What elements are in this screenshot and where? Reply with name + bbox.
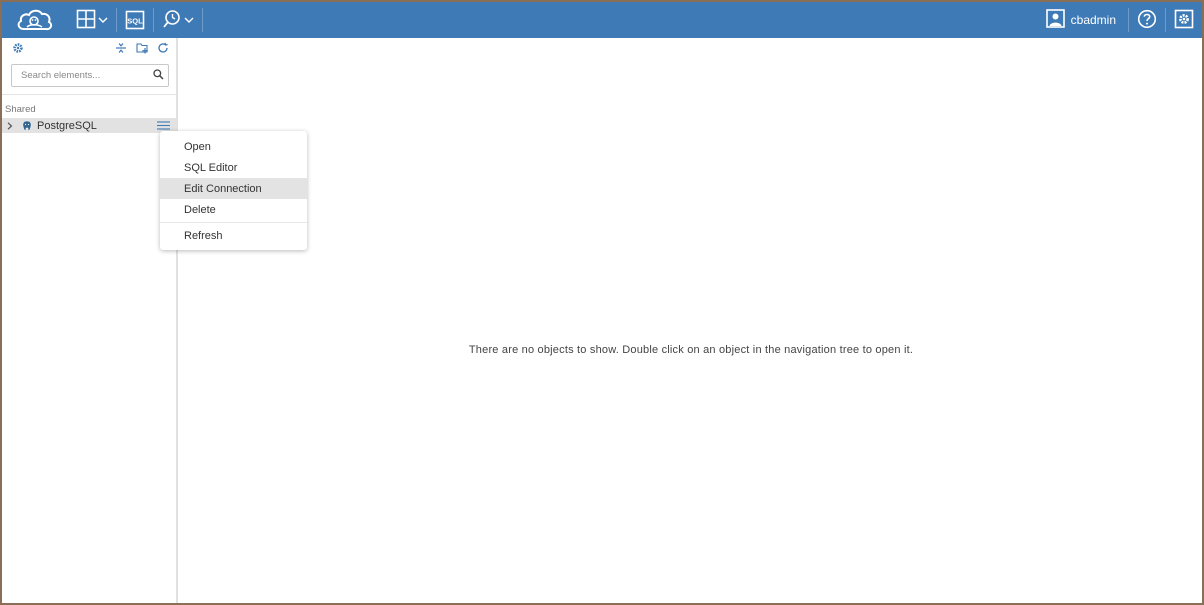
new-connection-button[interactable]: [68, 2, 116, 38]
menu-item-refresh[interactable]: Refresh: [160, 225, 307, 246]
app-window: SQL cbadmin Search elements... Shared Po…: [2, 2, 1202, 603]
toolbar-divider: [202, 8, 203, 32]
add-connection-icon: [76, 9, 96, 32]
menu-item-delete[interactable]: Delete: [160, 199, 307, 220]
tasks-button[interactable]: [154, 2, 202, 38]
menu-item-sql-editor[interactable]: SQL Editor: [160, 157, 307, 178]
gear-icon[interactable]: [9, 39, 27, 57]
cloudbeaver-logo-icon[interactable]: [2, 2, 68, 38]
search-box: [11, 64, 169, 87]
tree-node-label: PostgreSQL: [37, 119, 97, 132]
main-content: There are no objects to show. Double cli…: [180, 38, 1202, 603]
svg-text:SQL: SQL: [127, 17, 143, 26]
search-icon[interactable]: [153, 68, 164, 83]
menu-item-open[interactable]: Open: [160, 136, 307, 157]
postgresql-icon: [21, 120, 35, 132]
navigation-sidebar: Shared PostgreSQL: [2, 38, 178, 603]
section-label-shared: Shared: [5, 104, 36, 115]
tasks-icon: [162, 9, 182, 32]
chevron-down-icon: [184, 13, 194, 27]
sidebar-toolbar: [2, 38, 176, 58]
help-button[interactable]: [1129, 2, 1165, 38]
refresh-icon[interactable]: [154, 39, 172, 57]
node-menu-icon[interactable]: [157, 120, 171, 132]
empty-state-message: There are no objects to show. Double cli…: [468, 344, 914, 356]
user-menu-button[interactable]: cbadmin: [1034, 2, 1128, 38]
menu-item-edit-connection[interactable]: Edit Connection: [160, 178, 307, 199]
sql-editor-button[interactable]: SQL: [117, 2, 153, 38]
user-name: cbadmin: [1070, 13, 1116, 27]
search-input[interactable]: [21, 70, 153, 81]
help-icon: [1137, 9, 1157, 32]
menu-separator: [160, 222, 307, 223]
new-folder-icon[interactable]: [133, 39, 151, 57]
chevron-down-icon: [98, 13, 108, 27]
tree-node-postgresql[interactable]: PostgreSQL: [2, 118, 176, 133]
settings-icon: [1174, 9, 1194, 32]
top-bar: SQL cbadmin: [2, 2, 1202, 38]
settings-button[interactable]: [1166, 2, 1202, 38]
chevron-right-icon[interactable]: [7, 121, 17, 130]
user-avatar-icon: [1045, 9, 1065, 31]
context-menu: Open SQL Editor Edit Connection Delete R…: [160, 131, 307, 250]
sql-icon: SQL: [125, 10, 145, 30]
collapse-all-icon[interactable]: [112, 39, 130, 57]
